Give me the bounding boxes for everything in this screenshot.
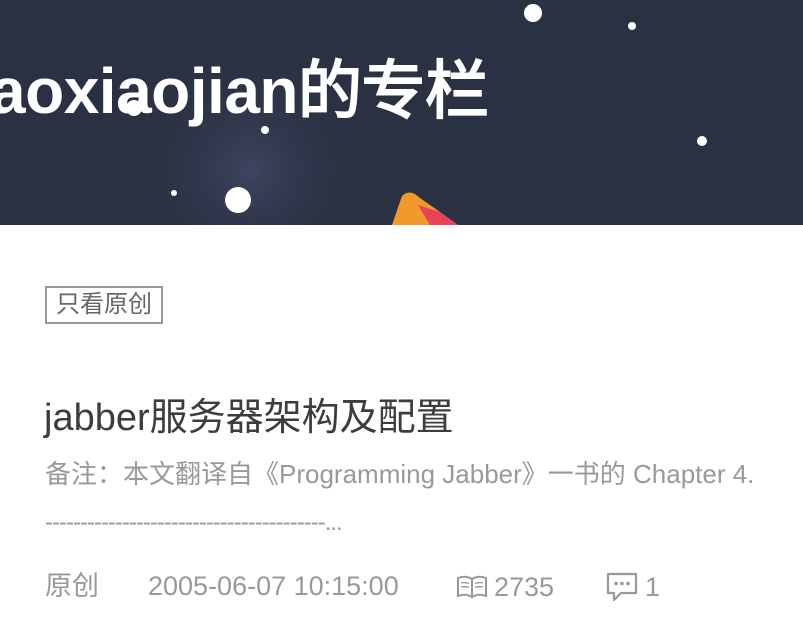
article-date: 2005-06-07 10:15:00 — [148, 571, 399, 601]
comment-icon — [606, 572, 638, 602]
article-title-link[interactable]: jabber服务器架构及配置 — [44, 386, 454, 441]
comment-count-value: 1 — [645, 572, 661, 602]
header-banner: aoxiaojian的专栏 — [0, 0, 803, 225]
view-count-value: 2735 — [494, 572, 555, 602]
original-only-filter-button[interactable]: 只看原创 — [45, 286, 163, 324]
article-summary-continued: ----------------------------------------… — [45, 509, 343, 536]
book-open-icon — [457, 575, 487, 599]
article-type-label: 原创 — [45, 571, 99, 601]
article-summary: 备注：本文翻译自《Programming Jabber》一书的 Chapter … — [45, 459, 755, 489]
blog-column-title: aoxiaojian的专栏 — [0, 55, 489, 127]
comment-count[interactable]: 1 — [605, 569, 660, 605]
view-count: 2735 — [456, 569, 554, 605]
